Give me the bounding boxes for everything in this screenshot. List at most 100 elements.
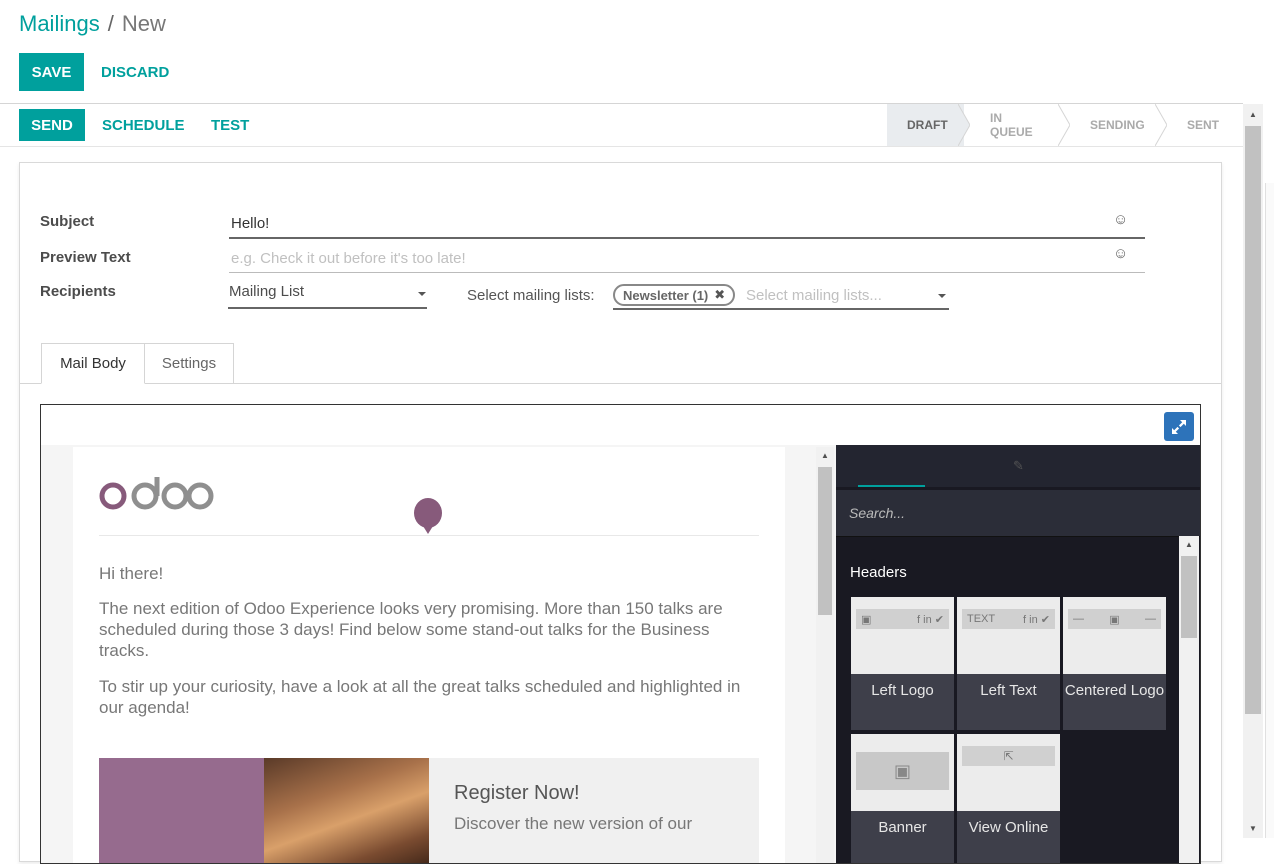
form-sheet: Subject Hello! ☺ Preview Text e.g. Check…	[19, 162, 1222, 864]
snippet-label: Left Logo	[871, 682, 934, 699]
mailing-lists-placeholder: Select mailing lists...	[746, 287, 882, 304]
chevron-down-icon[interactable]	[938, 294, 946, 298]
snippet-banner[interactable]: ▣ Banner	[851, 734, 954, 863]
snippet-centered-logo[interactable]: — ▣ — Centered Logo	[1063, 597, 1166, 730]
snippet-thumbnail: ⇱	[957, 734, 1060, 811]
breadcrumb: Mailings / New	[19, 11, 166, 37]
mail-body-editor: Hi there! The next edition of Odoo Exper…	[40, 404, 1201, 864]
fullscreen-button[interactable]	[1164, 412, 1194, 441]
social-icons: f in ✔	[1023, 613, 1050, 626]
send-button[interactable]: SEND	[19, 109, 85, 141]
image-icon: ▣	[1109, 613, 1120, 626]
mail-content[interactable]: Hi there! The next edition of Odoo Exper…	[73, 447, 785, 863]
snippet-thumbnail: ▣	[851, 734, 954, 811]
snippet-thumbnail: — ▣ —	[1063, 597, 1166, 674]
snippet-view-online[interactable]: ⇱ View Online	[957, 734, 1060, 863]
mailing-list-tag: Newsletter (1) ✖	[613, 284, 736, 306]
mail-scrollbar[interactable]: ▲	[816, 447, 834, 863]
scroll-up-icon[interactable]: ▲	[1179, 538, 1199, 552]
stage-sending[interactable]: SENDING	[1064, 104, 1167, 146]
header-preview-bar: TEXT f in ✔	[962, 609, 1055, 629]
snippet-left-text[interactable]: TEXT f in ✔ Left Text	[957, 597, 1060, 730]
test-button[interactable]: TEST	[211, 109, 249, 141]
mail-greeting: Hi there!	[99, 564, 164, 583]
snippet-label: Banner	[878, 819, 927, 836]
remove-tag-icon[interactable]: ✖	[714, 287, 725, 303]
snippets-scrollbar[interactable]: ▲	[1179, 536, 1199, 863]
stage-in-queue[interactable]: IN QUEUE	[964, 104, 1070, 146]
mail-divider	[99, 535, 759, 536]
tab-settings[interactable]: Settings	[144, 343, 234, 384]
header-preview-bar: — ▣ —	[1068, 609, 1161, 629]
register-title: Register Now!	[454, 782, 580, 804]
snippet-thumbnail: ▣ f in ✔	[851, 597, 954, 674]
text-mini-label: TEXT	[967, 613, 996, 625]
snippet-label: Centered Logo	[1064, 682, 1165, 699]
recipients-label: Recipients	[40, 283, 116, 300]
scroll-up-icon[interactable]: ▲	[1243, 108, 1263, 122]
page-scrollbar[interactable]: ▲ ▼	[1243, 104, 1263, 838]
image-icon: ▣	[861, 613, 872, 626]
panel-header: ✎	[836, 445, 1200, 487]
event-color-block	[99, 758, 264, 863]
conference-photo	[264, 758, 429, 863]
smiley-icon[interactable]: ☺	[1113, 211, 1128, 228]
tab-mail-body[interactable]: Mail Body	[41, 343, 145, 384]
snippet-section-title: Headers	[850, 564, 907, 581]
chevron-down-icon[interactable]	[418, 292, 426, 296]
scroll-down-icon[interactable]: ▼	[1243, 822, 1263, 836]
breadcrumb-current: New	[121, 11, 166, 36]
stage-label: SENT	[1187, 118, 1220, 132]
statusbar-divider	[0, 146, 1243, 147]
snippets-panel: ✎ Search... Headers ▣ f in ✔ Left Logo TE…	[836, 445, 1200, 863]
save-button[interactable]: SAVE	[19, 53, 84, 91]
subject-input[interactable]: Hello!	[229, 211, 1145, 239]
snippet-thumbnail: TEXT f in ✔	[957, 597, 1060, 674]
mailing-lists-label: Select mailing lists:	[467, 287, 595, 304]
expand-icon	[1172, 419, 1186, 434]
snippet-search-input[interactable]: Search...	[836, 490, 1200, 536]
panel-divider	[836, 536, 1200, 537]
discard-button[interactable]: DISCARD	[101, 53, 169, 91]
preview-text-placeholder: e.g. Check it out before it's too late!	[231, 250, 466, 267]
chevron-right-icon	[958, 104, 970, 146]
pencil-icon: ✎	[1013, 458, 1024, 473]
preview-text-label: Preview Text	[40, 249, 131, 266]
snippets-scrollbar-thumb[interactable]	[1181, 556, 1197, 638]
image-icon: ▣	[856, 752, 949, 790]
snippet-left-logo[interactable]: ▣ f in ✔ Left Logo	[851, 597, 954, 730]
stage-label: SENDING	[1090, 118, 1145, 132]
preview-text-input[interactable]: e.g. Check it out before it's too late!	[229, 247, 1145, 273]
mail-paragraph-2: To stir up your curiosity, have a look a…	[99, 677, 741, 717]
smiley-icon[interactable]: ☺	[1113, 245, 1128, 262]
stage-sent[interactable]: SENT	[1161, 104, 1229, 146]
snippet-label: View Online	[968, 819, 1049, 836]
recipients-value: Mailing List	[229, 283, 305, 300]
chevron-right-icon	[1155, 104, 1167, 146]
register-block: Register Now! Discover the new version o…	[429, 758, 759, 863]
breadcrumb-separator: /	[107, 11, 114, 36]
recipients-select[interactable]: Mailing List	[228, 281, 427, 309]
active-tab-underline	[858, 485, 925, 487]
mail-preview-area: Hi there! The next edition of Odoo Exper…	[41, 445, 836, 863]
status-pipeline: DRAFT IN QUEUE SENDING SENT	[887, 104, 1229, 146]
stage-draft[interactable]: DRAFT	[887, 104, 970, 146]
stage-label: IN QUEUE	[990, 111, 1033, 139]
mail-scrollbar-thumb[interactable]	[818, 467, 832, 615]
tag-label: Newsletter (1)	[623, 287, 709, 303]
page-scrollbar-thumb[interactable]	[1245, 126, 1261, 714]
odoo-logo	[99, 477, 215, 518]
social-icons: f in ✔	[917, 613, 944, 626]
scroll-up-icon[interactable]: ▲	[816, 449, 834, 463]
subject-label: Subject	[40, 213, 95, 230]
mail-paragraph-1: The next edition of Odoo Experience look…	[99, 599, 723, 660]
header-preview-bar: ▣ f in ✔	[856, 609, 949, 629]
schedule-button[interactable]: SCHEDULE	[102, 109, 185, 141]
stage-label: DRAFT	[907, 118, 948, 132]
external-link-icon: ⇱	[962, 746, 1055, 766]
snippet-label: Left Text	[980, 682, 1037, 699]
side-panel-edge	[1265, 183, 1274, 838]
chevron-right-icon	[1058, 104, 1070, 146]
breadcrumb-mailings-link[interactable]: Mailings	[19, 11, 100, 36]
tabs-divider	[20, 383, 1221, 384]
